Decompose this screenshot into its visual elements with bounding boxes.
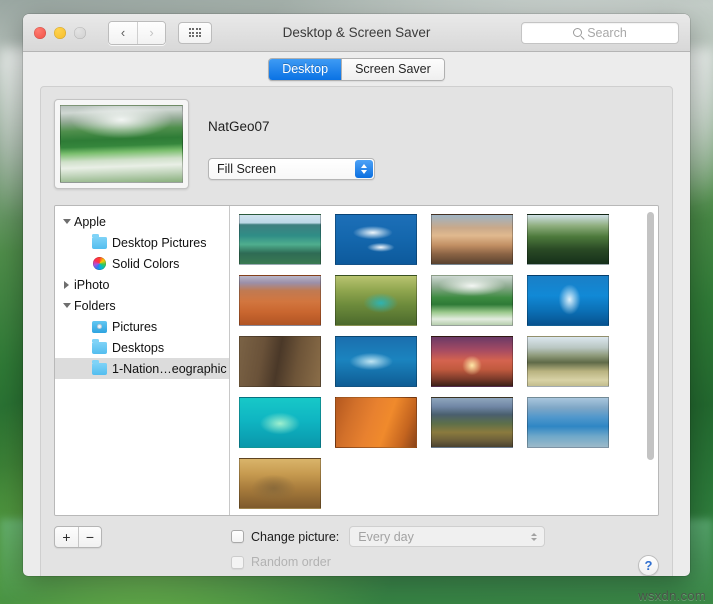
picture-browser: Apple Desktop Pictures Solid Colors iPhoto F… bbox=[54, 205, 659, 516]
source-list-item[interactable]: Apple bbox=[55, 211, 229, 232]
thumbnail-item[interactable] bbox=[239, 214, 321, 265]
disclosure-triangle-open-icon[interactable] bbox=[61, 219, 72, 224]
thumbnail-scrollbar-track[interactable] bbox=[646, 210, 655, 511]
tab-bar: Desktop Screen Saver bbox=[23, 52, 690, 86]
scaling-mode-popup[interactable]: Fill Screen bbox=[208, 158, 375, 180]
thumbnail-item[interactable] bbox=[335, 214, 417, 265]
thumbnail-item[interactable] bbox=[431, 336, 513, 387]
desktop-preview-image bbox=[60, 105, 183, 183]
navigation-buttons: ‹ › bbox=[108, 20, 166, 45]
source-list-item[interactable]: 1-Nation…eographic bbox=[55, 358, 229, 379]
window-titlebar: ‹ › Desktop & Screen Saver Search bbox=[23, 14, 690, 52]
search-placeholder: Search bbox=[587, 25, 627, 40]
change-interval-popup[interactable]: Every day bbox=[349, 526, 546, 547]
grid-icon bbox=[188, 27, 202, 38]
folder-icon bbox=[92, 234, 107, 249]
window-controls bbox=[34, 26, 86, 39]
tab-screen-saver[interactable]: Screen Saver bbox=[341, 58, 444, 80]
source-list-item-label: Apple bbox=[74, 214, 106, 229]
color-wheel-icon bbox=[93, 257, 106, 270]
remove-folder-button[interactable]: − bbox=[78, 527, 101, 547]
watermark: wsxdn.com bbox=[638, 588, 706, 603]
source-list[interactable]: Apple Desktop Pictures Solid Colors iPhoto F… bbox=[55, 206, 230, 515]
add-folder-button[interactable]: + bbox=[55, 527, 78, 547]
change-picture-block: Change picture: Every day Random order bbox=[231, 526, 546, 569]
disclosure-triangle-closed-icon[interactable] bbox=[61, 280, 72, 289]
thumbnail-scrollbar-thumb[interactable] bbox=[647, 212, 654, 460]
photos-app-icon bbox=[92, 320, 107, 333]
show-all-grid-button[interactable] bbox=[178, 21, 212, 44]
thumbnail-item[interactable] bbox=[335, 336, 417, 387]
search-field[interactable]: Search bbox=[521, 21, 679, 44]
source-list-item-label: Solid Colors bbox=[112, 256, 180, 271]
thumbnail-item[interactable] bbox=[431, 397, 513, 448]
scaling-mode-stepper-icon bbox=[355, 160, 373, 178]
thumbnail-item[interactable] bbox=[527, 397, 609, 448]
add-remove-folder-group: + − bbox=[54, 526, 102, 548]
desktop-preview-frame bbox=[54, 99, 189, 189]
disclosure-triangle-open-icon[interactable] bbox=[61, 303, 72, 308]
thumbnail-item[interactable] bbox=[239, 458, 321, 509]
folder-icon bbox=[92, 339, 107, 354]
source-list-item[interactable]: Folders bbox=[55, 295, 229, 316]
thumbnail-item[interactable] bbox=[239, 275, 321, 326]
change-picture-label: Change picture: bbox=[251, 529, 340, 544]
preferences-window: ‹ › Desktop & Screen Saver Search Deskto… bbox=[23, 14, 690, 576]
thumbnail-item[interactable] bbox=[527, 336, 609, 387]
bottom-controls: + − Change picture: Every day Random ord… bbox=[54, 526, 659, 576]
thumbnail-item[interactable] bbox=[239, 397, 321, 448]
random-order-checkbox[interactable] bbox=[231, 555, 244, 569]
thumbnail-item[interactable] bbox=[335, 275, 417, 326]
change-picture-row: Change picture: Every day bbox=[231, 526, 546, 547]
thumbnail-grid bbox=[230, 206, 658, 515]
thumbnail-item[interactable] bbox=[527, 214, 609, 265]
random-order-row: Random order bbox=[231, 555, 545, 569]
change-interval-value: Every day bbox=[358, 529, 414, 544]
source-list-item[interactable]: Desktops bbox=[55, 337, 229, 358]
search-icon bbox=[573, 28, 583, 37]
thumbnail-item[interactable] bbox=[431, 214, 513, 265]
source-list-item[interactable]: Pictures bbox=[55, 316, 229, 337]
zoom-button[interactable] bbox=[74, 26, 86, 39]
current-picture-name: NatGeo07 bbox=[208, 119, 270, 134]
source-list-item[interactable]: iPhoto bbox=[55, 274, 229, 295]
minimize-button[interactable] bbox=[54, 26, 66, 39]
source-list-item-label: Desktops bbox=[112, 340, 165, 355]
current-picture-section: NatGeo07 Fill Screen bbox=[54, 99, 659, 194]
tab-desktop[interactable]: Desktop bbox=[269, 58, 342, 80]
source-list-item-label: Folders bbox=[74, 298, 116, 313]
thumbnail-area bbox=[230, 206, 658, 515]
current-picture-details: NatGeo07 Fill Screen bbox=[189, 99, 659, 194]
change-picture-checkbox[interactable] bbox=[231, 530, 244, 543]
chevron-updown-icon bbox=[531, 532, 538, 541]
thumbnail-item[interactable] bbox=[239, 336, 321, 387]
source-list-item-label: Pictures bbox=[112, 319, 158, 334]
source-list-item-label: iPhoto bbox=[74, 277, 110, 292]
thumbnail-item[interactable] bbox=[335, 397, 417, 448]
help-button[interactable]: ? bbox=[638, 555, 659, 576]
random-order-label: Random order bbox=[251, 555, 331, 569]
thumbnail-item[interactable] bbox=[431, 275, 513, 326]
source-list-item[interactable]: Desktop Pictures bbox=[55, 232, 229, 253]
source-list-item-label: 1-Nation…eographic bbox=[112, 361, 227, 376]
folder-icon bbox=[92, 360, 107, 375]
forward-button[interactable]: › bbox=[137, 21, 165, 44]
back-button[interactable]: ‹ bbox=[109, 21, 137, 44]
content-panel: NatGeo07 Fill Screen Apple Desktop Pictur… bbox=[40, 86, 673, 576]
scaling-mode-value: Fill Screen bbox=[217, 162, 277, 176]
source-list-item-label: Desktop Pictures bbox=[112, 235, 207, 250]
tab-group: Desktop Screen Saver bbox=[268, 57, 445, 81]
source-list-item[interactable]: Solid Colors bbox=[55, 253, 229, 274]
thumbnail-item[interactable] bbox=[527, 275, 609, 326]
close-button[interactable] bbox=[34, 26, 46, 39]
